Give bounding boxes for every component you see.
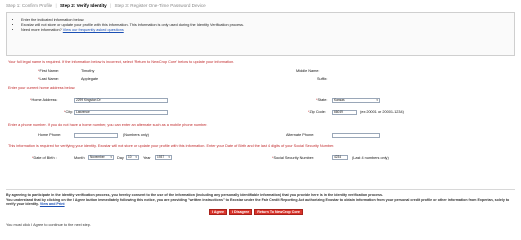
view-print-link[interactable]: View and Print <box>40 202 65 206</box>
dob-label: *Date of Birth : <box>32 156 57 160</box>
dob-year-select[interactable]: 1937 <box>155 155 172 160</box>
city-label: *City: <box>64 110 74 114</box>
legal-name-message: Your full legal name is required. If the… <box>8 60 235 64</box>
zip-label: *Zip Code: <box>308 110 326 114</box>
dob-month-select[interactable]: November <box>88 155 114 160</box>
agree-button[interactable]: I Agree <box>209 209 228 215</box>
middle-name-label: Middle Name: <box>296 69 320 73</box>
step-separator: | <box>55 3 57 8</box>
consent-paragraph-2: You understand that by clicking on the I… <box>6 197 510 207</box>
button-row: I Agree I Disagree Return To NewCrop Cor… <box>209 209 303 215</box>
ssn-hint: (Last 4 numbers only) <box>352 156 389 160</box>
last-name-label: *Last Name: <box>38 77 59 81</box>
step-1-label: Step 1: Confirm Profile <box>6 3 53 8</box>
first-name-value: Timothy <box>81 69 95 73</box>
home-phone-input[interactable] <box>74 133 118 138</box>
step-separator: | <box>109 3 112 8</box>
info-list: Enter the indicated information below. E… <box>21 18 244 32</box>
home-address-input[interactable]: 2299 Kingston Dr <box>74 98 168 103</box>
zip-input[interactable]: 66049 <box>332 110 357 115</box>
suffix-label: Suffix: <box>317 77 328 81</box>
disagree-button[interactable]: I Disagree <box>229 209 253 215</box>
footer-instruction: You must click I Agree to continue to th… <box>6 223 91 227</box>
last-name-value: Applegate <box>81 77 99 81</box>
info-bullet: Need more information? View our frequent… <box>21 28 244 33</box>
ssn-label: *Social Security Number: <box>272 156 315 160</box>
step-3-label: Step 3: Register One-Time Password Devic… <box>114 3 206 8</box>
alternate-phone-input[interactable] <box>332 133 380 138</box>
home-phone-label: Home Phone: <box>38 133 62 137</box>
dob-day-label: Day <box>117 156 124 160</box>
zip-hint: (ex:20001 or 20001-1234) <box>360 110 404 114</box>
city-input[interactable]: Lawrence <box>74 110 168 115</box>
dob-month-label: Month <box>74 156 85 160</box>
home-address-label: *Home Address: <box>30 98 58 102</box>
state-label: *State: <box>316 98 328 102</box>
home-phone-hint: (Numbers only) <box>123 133 149 137</box>
phone-message: Enter a phone number. If you do not have… <box>8 123 208 127</box>
dob-day-select[interactable]: 10 <box>126 155 139 160</box>
verify-message: This information is required for verifyi… <box>8 144 335 148</box>
return-button[interactable]: Return To NewCrop Core <box>254 209 303 215</box>
info-bullet-text: Need more information? <box>21 27 63 32</box>
info-box: Enter the indicated information below. E… <box>6 12 515 56</box>
alternate-phone-label: Alternate Phone: <box>286 133 315 137</box>
divider <box>6 189 515 190</box>
dob-year-label: Year <box>143 156 151 160</box>
state-select[interactable]: Kansas <box>332 98 380 103</box>
ssn-input[interactable]: 4234 <box>332 155 348 160</box>
faq-link[interactable]: View our frequently asked questions <box>63 28 124 32</box>
consent-text: By agreeing to participate in the identi… <box>6 193 511 207</box>
address-message: Enter your current home address below. <box>8 86 76 90</box>
step-2-label: Step 2: Verify Identity <box>59 3 107 8</box>
step-breadcrumb: Step 1: Confirm Profile | Step 2: Verify… <box>6 3 206 8</box>
first-name-label: *First Name: <box>38 69 60 73</box>
